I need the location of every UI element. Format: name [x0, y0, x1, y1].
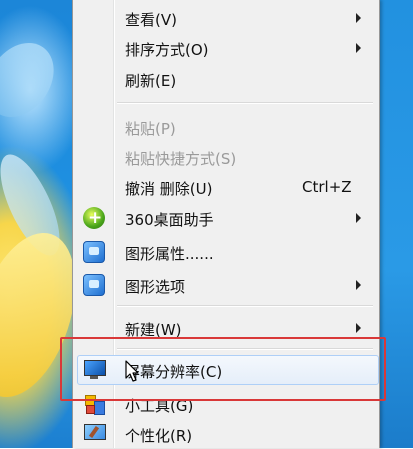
menu-separator [117, 102, 373, 104]
menu-item-shortcut: Ctrl+Z [302, 178, 352, 196]
menu-separator [117, 305, 373, 307]
submenu-arrow-icon [356, 13, 361, 23]
menu-item-view[interactable]: 查看(V) [75, 3, 375, 33]
menu-item-label: 撤消 删除(U) [125, 180, 213, 198]
menu-item-label: 图形属性...... [125, 245, 214, 263]
menu-item-graphics-options[interactable]: 图形选项 [75, 270, 375, 300]
menu-item-sort-by[interactable]: 排序方式(O) [75, 33, 375, 63]
menu-item-undo-delete[interactable]: 撤消 删除(U) Ctrl+Z [75, 172, 375, 202]
menu-item-paste: 粘贴(P) [75, 112, 375, 142]
360-icon: + [83, 207, 105, 229]
mouse-cursor-icon [125, 360, 139, 382]
menu-item-label: 粘贴快捷方式(S) [125, 150, 237, 168]
submenu-arrow-icon [356, 280, 361, 290]
menu-item-label: 刷新(E) [125, 72, 177, 90]
personalize-icon [83, 423, 106, 445]
graphics-icon [83, 241, 105, 263]
menu-item-label: 360桌面助手 [125, 211, 214, 229]
menu-item-personalize[interactable]: 个性化(R) [75, 419, 375, 449]
menu-item-refresh[interactable]: 刷新(E) [75, 64, 375, 94]
menu-item-label: 查看(V) [125, 11, 177, 29]
wallpaper-shape [0, 30, 68, 130]
menu-item-label: 图形选项 [125, 278, 186, 296]
submenu-arrow-icon [356, 213, 361, 223]
graphics-icon [83, 274, 105, 296]
annotation-highlight-box [60, 337, 386, 401]
menu-item-graphics-properties[interactable]: 图形属性...... [75, 237, 375, 267]
submenu-arrow-icon [356, 323, 361, 333]
submenu-arrow-icon [356, 43, 361, 53]
menu-item-paste-shortcut: 粘贴快捷方式(S) [75, 142, 375, 172]
menu-item-label: 排序方式(O) [125, 41, 209, 59]
menu-item-label: 粘贴(P) [125, 120, 176, 138]
menu-item-360-desktop-assistant[interactable]: + 360桌面助手 [75, 203, 375, 233]
menu-item-label: 个性化(R) [125, 427, 193, 445]
